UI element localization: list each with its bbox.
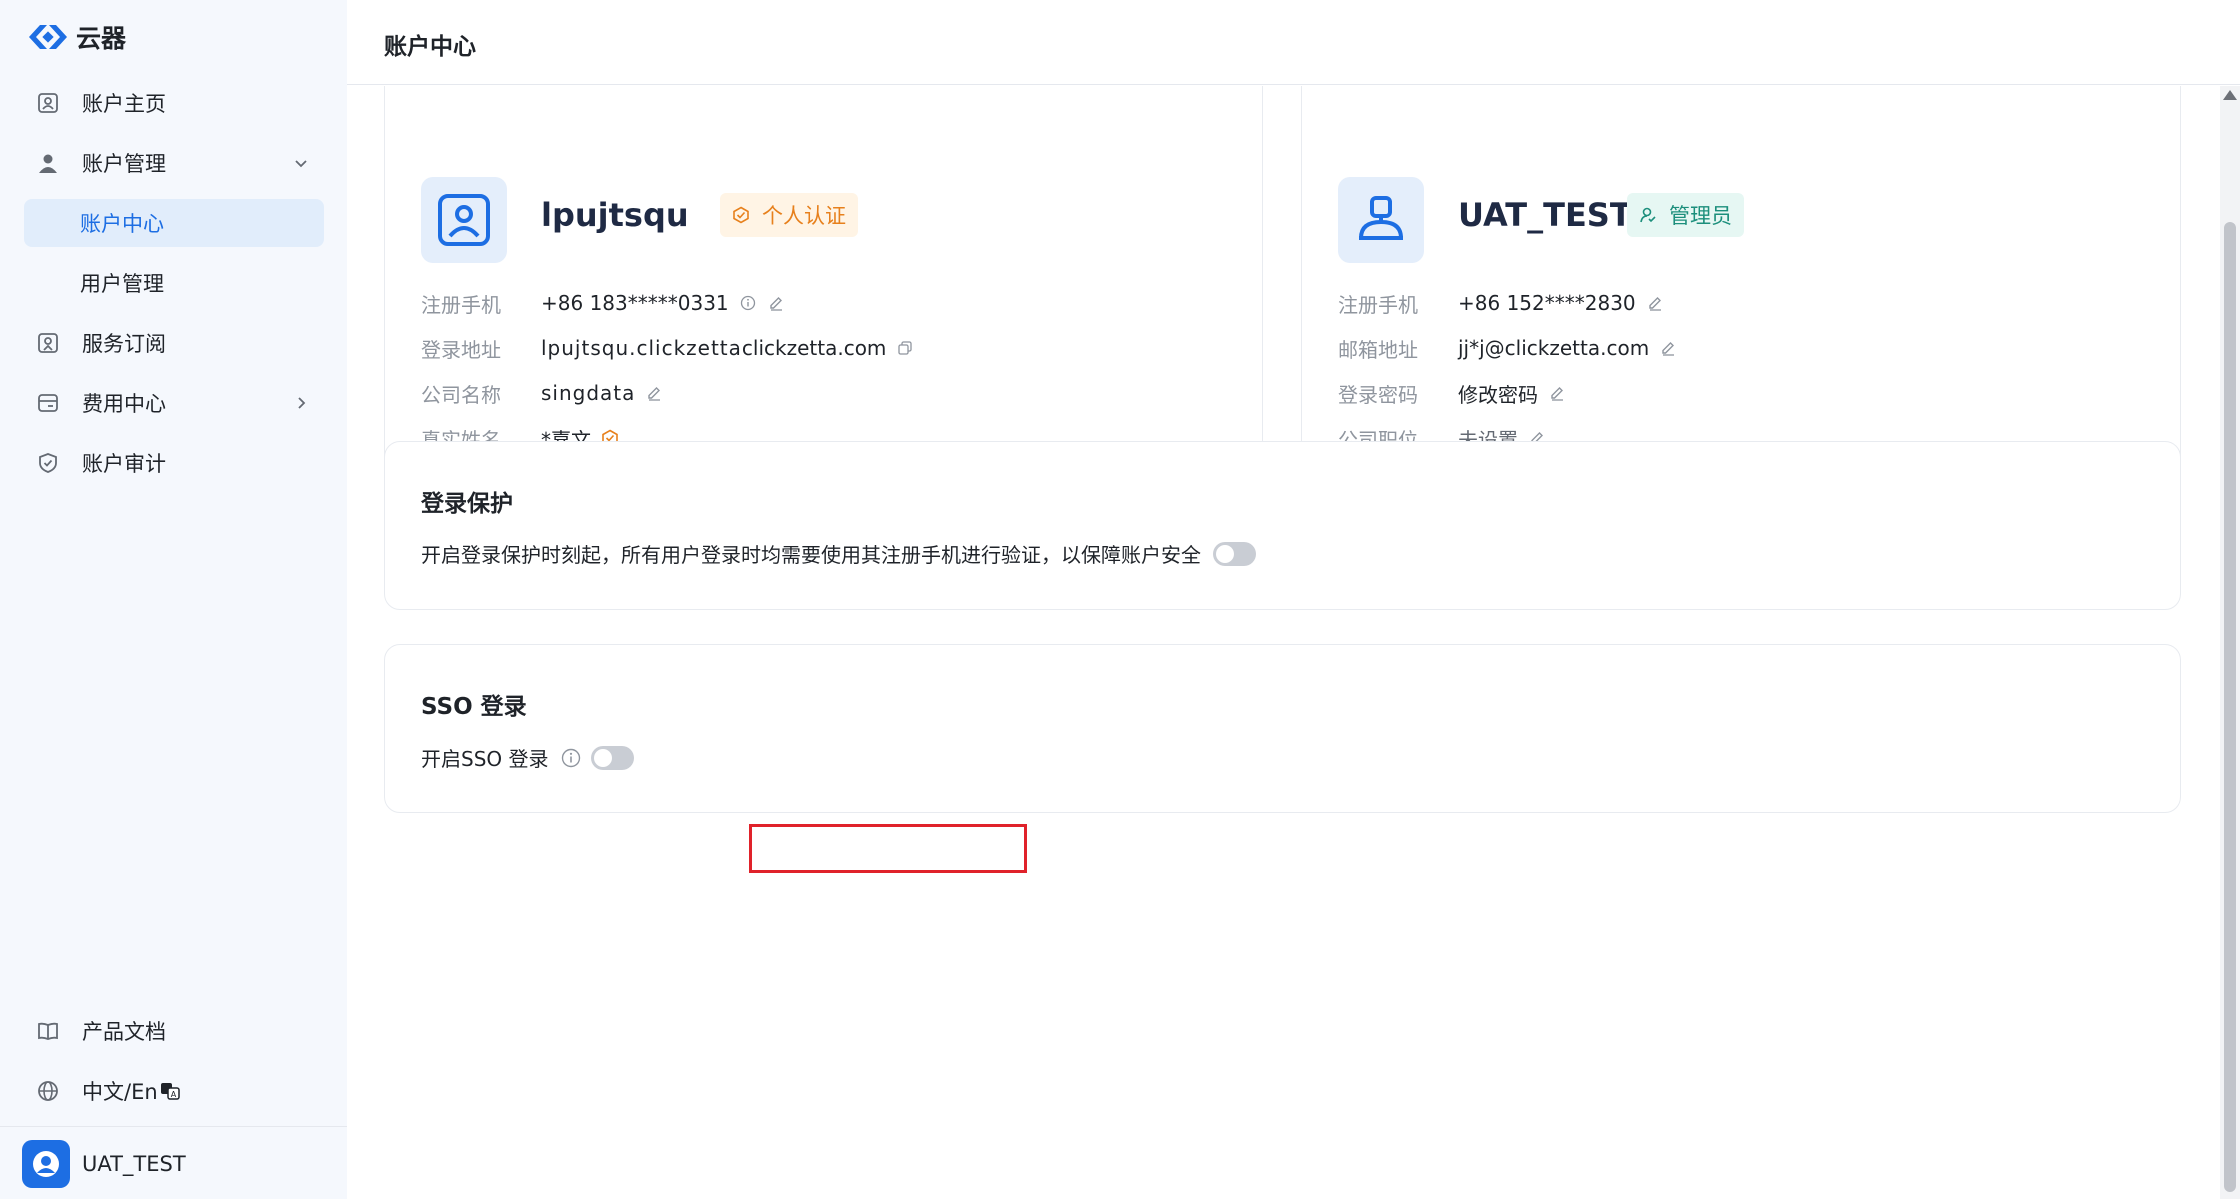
language-switcher[interactable]: 中文/En A <box>24 1067 324 1115</box>
sso-toggle[interactable] <box>590 745 634 770</box>
row-label: 登录密码 <box>1338 382 1418 407</box>
user-info-card: UAT_TEST 管理员 注册手机 +86 152****2830 邮箱地址 j… <box>1301 86 2181 491</box>
sidebar-subitem-label: 用户管理 <box>80 272 164 296</box>
user-icon <box>36 151 60 175</box>
login-protection-toggle[interactable] <box>1213 541 1256 566</box>
role-badge-label: 管理员 <box>1669 204 1732 228</box>
row-value-hidden: lpujtsqu.clickzetta <box>541 336 742 360</box>
account-row-phone: 注册手机 +86 183*****0331 <box>421 288 785 318</box>
sidebar-item-label: 中文/En <box>82 1080 158 1104</box>
login-protection-title: 登录保护 <box>421 491 513 517</box>
user-avatar-icon <box>33 1151 59 1177</box>
login-protection-card: 登录保护 开启登录保护时刻起，所有用户登录时均需要使用其注册手机进行验证，以保障… <box>384 441 2181 610</box>
user-avatar <box>1338 177 1424 263</box>
verification-badge: 个人认证 <box>720 193 858 237</box>
row-value: singdata <box>541 381 636 405</box>
account-home-icon <box>36 91 60 115</box>
sidebar-item-label: 服务订阅 <box>82 332 166 356</box>
vertical-scrollbar[interactable] <box>2220 86 2240 1199</box>
edit-icon[interactable] <box>645 384 663 402</box>
sidebar-divider <box>0 1126 347 1127</box>
sidebar-item-product-docs[interactable]: 产品文档 <box>24 1007 324 1055</box>
current-user[interactable]: UAT_TEST <box>22 1139 186 1189</box>
row-label: 邮箱地址 <box>1338 337 1418 362</box>
sidebar-item-account-audit[interactable]: 账户审计 <box>24 439 324 487</box>
scroll-up-arrow-icon[interactable] <box>2223 90 2237 100</box>
brand-logo[interactable]: 云器 <box>26 20 126 54</box>
row-label: 公司名称 <box>421 382 501 407</box>
edit-icon[interactable] <box>1646 294 1664 312</box>
sso-highlight-box <box>749 824 1027 873</box>
sidebar-item-label: 费用中心 <box>82 392 166 416</box>
row-value: jj*j@clickzetta.com <box>1458 336 1650 360</box>
verification-badge-label: 个人认证 <box>762 204 846 228</box>
sidebar-subitem-user-management[interactable]: 用户管理 <box>24 259 324 307</box>
current-user-name: UAT_TEST <box>82 1152 186 1176</box>
account-row-login-url: 登录地址 lpujtsqu.clickzetta clickzetta.com <box>421 333 914 363</box>
sidebar-item-account-home[interactable]: 账户主页 <box>24 79 324 127</box>
sidebar-item-label: 账户审计 <box>82 452 166 476</box>
globe-icon <box>36 1079 60 1103</box>
scroll-thumb[interactable] <box>2224 222 2236 1192</box>
account-avatar <box>421 177 507 263</box>
account-name: lpujtsqu <box>541 196 689 234</box>
login-protection-row: 开启登录保护时刻起，所有用户登录时均需要使用其注册手机进行验证，以保障账户安全 <box>421 539 1256 568</box>
login-protection-description: 开启登录保护时刻起，所有用户登录时均需要使用其注册手机进行验证，以保障账户安全 <box>421 543 1201 567</box>
account-info-card: lpujtsqu 个人认证 注册手机 +86 183*****0331 登录地址 <box>384 86 1263 491</box>
page-header: 账户中心 <box>347 0 2240 85</box>
account-row-company: 公司名称 singdata <box>421 378 663 408</box>
sidebar-item-label: 账户主页 <box>82 92 166 116</box>
sso-row: 开启SSO 登录 <box>421 743 634 772</box>
sidebar-subitem-label: 账户中心 <box>80 212 164 236</box>
sidebar-subitem-account-center[interactable]: 账户中心 <box>24 199 324 247</box>
app-root: 云器 账户主页 账户管理 账户中心 用户管理 服务订阅 费用中心 账户审计 产品… <box>0 0 2240 1199</box>
admin-user-icon <box>1359 196 1403 240</box>
brand-logo-icon <box>29 25 67 49</box>
brand-name: 云器 <box>76 24 127 53</box>
change-password-link[interactable]: 修改密码 <box>1458 379 1538 408</box>
info-icon[interactable] <box>561 748 581 768</box>
main-content[interactable]: lpujtsqu 个人认证 注册手机 +86 183*****0331 登录地址 <box>347 86 2220 1199</box>
role-badge: 管理员 <box>1627 193 1744 237</box>
row-label: 注册手机 <box>421 292 501 317</box>
user-row-email: 邮箱地址 jj*j@clickzetta.com <box>1338 333 1677 363</box>
sso-label: 开启SSO 登录 <box>421 747 549 771</box>
shield-check-icon <box>36 451 60 475</box>
user-row-password: 登录密码 修改密码 <box>1338 378 1566 408</box>
row-label: 登录地址 <box>421 337 501 362</box>
edit-icon[interactable] <box>1659 339 1677 357</box>
sso-title: SSO 登录 <box>421 694 527 720</box>
book-icon <box>36 1019 60 1043</box>
sidebar: 云器 账户主页 账户管理 账户中心 用户管理 服务订阅 费用中心 账户审计 产品… <box>0 0 347 1199</box>
row-label: 注册手机 <box>1338 292 1418 317</box>
user-row-phone: 注册手机 +86 152****2830 <box>1338 288 1664 318</box>
subscription-icon <box>36 331 60 355</box>
toggle-knob <box>593 748 612 767</box>
sso-card: SSO 登录 开启SSO 登录 <box>384 644 2181 813</box>
edit-icon[interactable] <box>1548 384 1566 402</box>
account-profile-icon <box>438 194 490 246</box>
sidebar-item-account-management[interactable]: 账户管理 <box>24 139 324 187</box>
sidebar-item-billing-center[interactable]: 费用中心 <box>24 379 324 427</box>
row-value: +86 152****2830 <box>1458 291 1636 315</box>
translate-icon: A <box>160 1081 180 1101</box>
sidebar-item-label: 产品文档 <box>82 1020 166 1044</box>
row-value: clickzetta.com <box>741 336 887 360</box>
sidebar-item-label: 账户管理 <box>82 152 166 176</box>
page-title: 账户中心 <box>384 34 476 60</box>
row-value: +86 183*****0331 <box>541 291 729 315</box>
billing-icon <box>36 391 60 415</box>
verified-icon <box>732 205 752 225</box>
avatar <box>22 1140 70 1188</box>
toggle-knob <box>1216 544 1234 563</box>
admin-role-icon <box>1639 205 1659 225</box>
edit-icon[interactable] <box>767 294 785 312</box>
sidebar-item-service-subscription[interactable]: 服务订阅 <box>24 319 324 367</box>
svg-text:A: A <box>170 1090 176 1099</box>
chevron-down-icon[interactable] <box>290 152 312 174</box>
info-icon[interactable] <box>739 294 757 312</box>
chevron-right-icon[interactable] <box>290 392 312 414</box>
copy-icon[interactable] <box>896 339 914 357</box>
user-name: UAT_TEST <box>1458 196 1632 234</box>
